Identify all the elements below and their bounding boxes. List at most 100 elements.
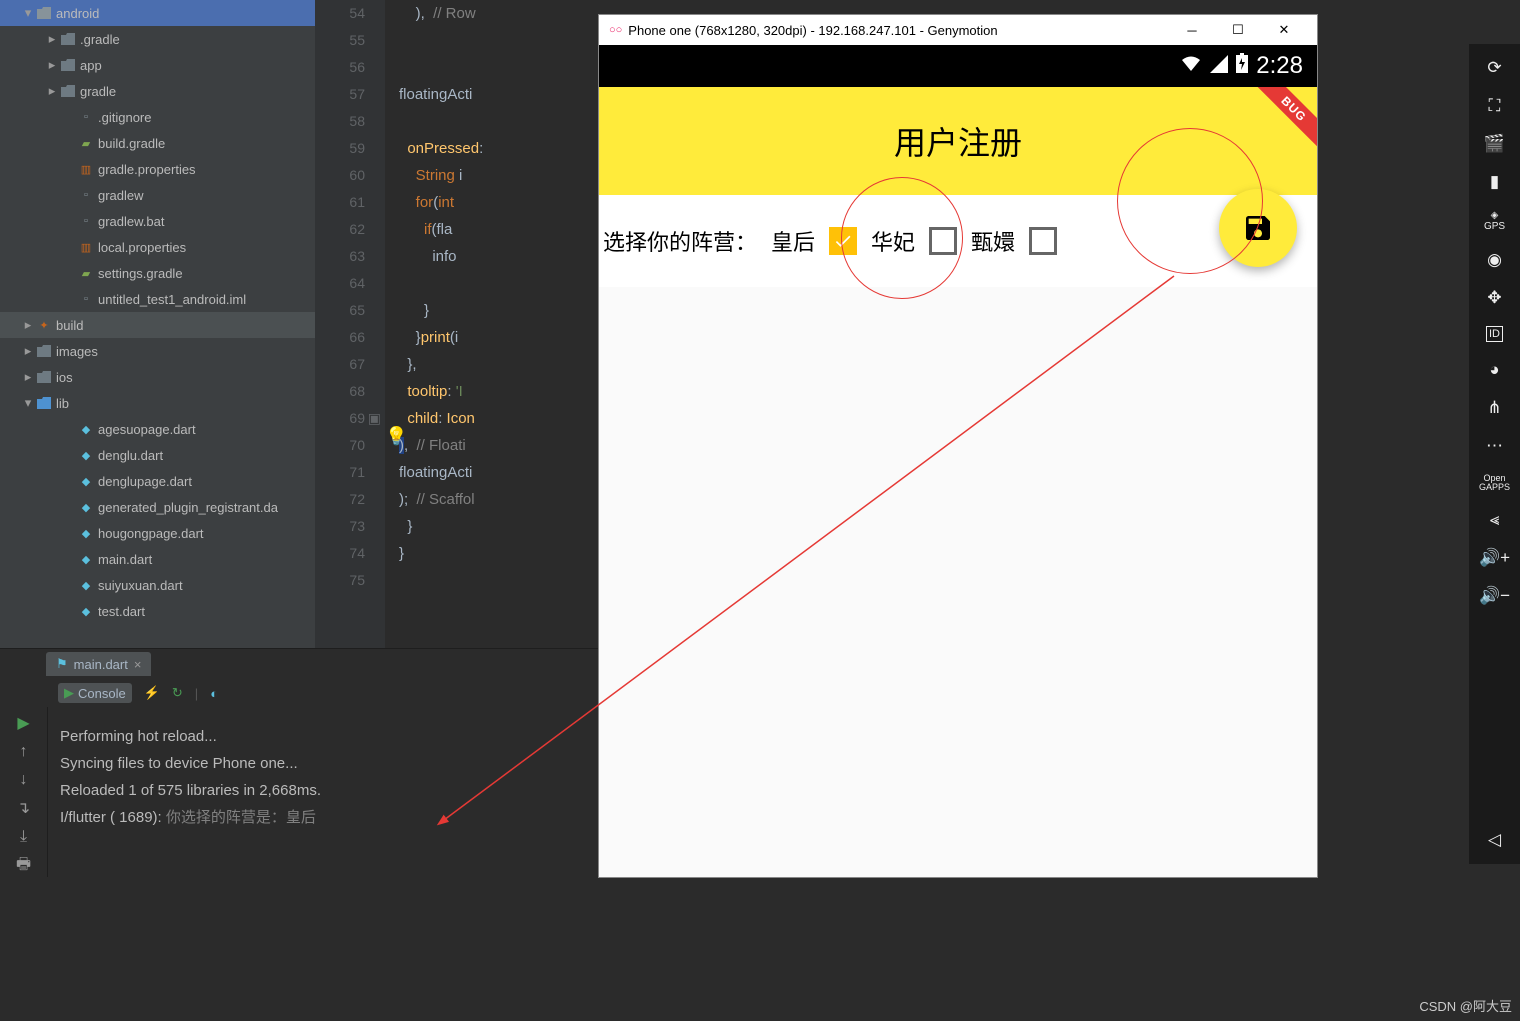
chevron-icon[interactable]	[62, 551, 78, 567]
line-number[interactable]: 72	[315, 486, 365, 513]
code-line[interactable]: },	[399, 351, 598, 378]
hot-restart-icon[interactable]: ↻	[172, 685, 183, 701]
volume-up-icon[interactable]: 🔊+	[1479, 548, 1510, 568]
chevron-icon[interactable]	[62, 473, 78, 489]
line-number[interactable]: 68	[315, 378, 365, 405]
run-tab-main[interactable]: ⚑ main.dart ×	[46, 652, 151, 676]
chevron-icon[interactable]	[62, 187, 78, 203]
line-number[interactable]: 61	[315, 189, 365, 216]
chevron-icon[interactable]	[62, 109, 78, 125]
bookmark-icon[interactable]: ▣	[368, 405, 381, 432]
scroll-to-end-icon[interactable]: ⤓	[13, 827, 35, 847]
fab-save[interactable]	[1219, 189, 1297, 267]
tree-item[interactable]: ▾lib	[0, 390, 315, 416]
line-number[interactable]: 60	[315, 162, 365, 189]
chevron-icon[interactable]: ▸	[44, 83, 60, 99]
line-number[interactable]: 65	[315, 297, 365, 324]
tree-item[interactable]: ▫gradlew	[0, 182, 315, 208]
code-line[interactable]: child: Icon	[399, 405, 598, 432]
gapps-icon[interactable]: Open GAPPS	[1469, 474, 1520, 492]
tree-item[interactable]: ▸.gradle	[0, 26, 315, 52]
line-number[interactable]: 69▣	[315, 405, 365, 432]
chevron-icon[interactable]: ▸	[44, 31, 60, 47]
line-number[interactable]: 67	[315, 351, 365, 378]
gps-icon[interactable]: ◈GPS	[1484, 210, 1505, 232]
back-nav-icon[interactable]: ◁	[1488, 830, 1501, 850]
soft-wrap-icon[interactable]: ↴	[13, 798, 35, 818]
chevron-icon[interactable]	[62, 291, 78, 307]
code-line[interactable]: for(int	[399, 189, 598, 216]
code-line[interactable]: String i	[399, 162, 598, 189]
console-line[interactable]: I/flutter ( 1689): 你选择的阵营是：皇后	[60, 804, 321, 831]
fullscreen-icon[interactable]: ⛶	[1489, 96, 1501, 116]
chevron-icon[interactable]: ▸	[44, 57, 60, 73]
line-number[interactable]: 58	[315, 108, 365, 135]
battery-sidebar-icon[interactable]: ▮	[1490, 172, 1499, 192]
tree-item[interactable]: ▫.gitignore	[0, 104, 315, 130]
chevron-icon[interactable]	[62, 239, 78, 255]
code-line[interactable]: ), // Floati	[399, 432, 598, 459]
close-button[interactable]: ✕	[1261, 15, 1307, 45]
chevron-icon[interactable]: ▾	[20, 395, 36, 411]
network-icon[interactable]: ⋔	[1487, 398, 1501, 418]
line-number[interactable]: 64	[315, 270, 365, 297]
move-icon[interactable]: ✥	[1487, 288, 1501, 308]
code-line[interactable]: tooltip: 'I	[399, 378, 598, 405]
code-line[interactable]: floatingActi	[399, 459, 598, 486]
code-line[interactable]: }	[399, 297, 598, 324]
line-number[interactable]: 74	[315, 540, 365, 567]
console-line[interactable]: Reloaded 1 of 575 libraries in 2,668ms.	[60, 777, 321, 804]
checkbox[interactable]	[929, 227, 957, 255]
tree-item[interactable]: ▸✦build	[0, 312, 315, 338]
console-output[interactable]: Performing hot reload...Syncing files to…	[60, 723, 321, 831]
chevron-icon[interactable]	[62, 265, 78, 281]
line-number[interactable]: 66	[315, 324, 365, 351]
console-line[interactable]: Syncing files to device Phone one...	[60, 750, 321, 777]
chevron-icon[interactable]: ▸	[20, 343, 36, 359]
tree-item[interactable]: ◆generated_plugin_registrant.da	[0, 494, 315, 520]
code-line[interactable]	[399, 567, 598, 594]
code-line[interactable]: ), // Row	[399, 0, 598, 27]
chevron-icon[interactable]	[62, 213, 78, 229]
record-icon[interactable]: 🎬	[1484, 134, 1505, 154]
emulator-titlebar[interactable]: ○○ Phone one (768x1280, 320dpi) - 192.16…	[599, 15, 1317, 45]
line-number[interactable]: 70	[315, 432, 365, 459]
console-line[interactable]: Performing hot reload...	[60, 723, 321, 750]
tree-item[interactable]: ◆agesuopage.dart	[0, 416, 315, 442]
code-editor[interactable]: 54555657585960616263646566676869▣7071727…	[315, 0, 598, 648]
tree-item[interactable]: ▸gradle	[0, 78, 315, 104]
code-line[interactable]: onPressed:	[399, 135, 598, 162]
chevron-icon[interactable]	[62, 525, 78, 541]
tree-item[interactable]: ◆hougongpage.dart	[0, 520, 315, 546]
chevron-icon[interactable]: ▸	[20, 369, 36, 385]
line-number[interactable]: 75	[315, 567, 365, 594]
tree-item[interactable]: ◆suiyuxuan.dart	[0, 572, 315, 598]
chevron-icon[interactable]	[62, 577, 78, 593]
chevron-icon[interactable]	[62, 447, 78, 463]
volume-down-icon[interactable]: 🔊−	[1479, 586, 1510, 606]
code-line[interactable]: }print(i	[399, 324, 598, 351]
tree-item[interactable]: ▰settings.gradle	[0, 260, 315, 286]
close-tab-icon[interactable]: ×	[134, 657, 142, 672]
devtools-icon[interactable]: ◐	[210, 686, 218, 701]
line-number[interactable]: 54	[315, 0, 365, 27]
line-number[interactable]: 73	[315, 513, 365, 540]
line-number[interactable]: 62	[315, 216, 365, 243]
chevron-icon[interactable]	[62, 421, 78, 437]
chevron-icon[interactable]: ▾	[20, 5, 36, 21]
tree-item[interactable]: ▸images	[0, 338, 315, 364]
tree-item[interactable]: ▥gradle.properties	[0, 156, 315, 182]
id-icon[interactable]: ID	[1486, 326, 1503, 342]
code-line[interactable]	[399, 270, 598, 297]
code-line[interactable]: if(fla	[399, 216, 598, 243]
share-icon[interactable]: ⪡	[1490, 510, 1500, 530]
rotate-icon[interactable]: ⟳	[1487, 58, 1501, 78]
minimize-button[interactable]: ─	[1169, 15, 1215, 45]
tree-item[interactable]: ▥local.properties	[0, 234, 315, 260]
tree-item[interactable]: ▰build.gradle	[0, 130, 315, 156]
console-toggle[interactable]: ▶ Console	[58, 683, 132, 703]
project-tree[interactable]: ▾android▸.gradle▸app▸gradle▫.gitignore▰b…	[0, 0, 315, 648]
code-line[interactable]	[399, 108, 598, 135]
hot-reload-icon[interactable]: ⚡	[144, 685, 160, 701]
tree-item[interactable]: ▫untitled_test1_android.iml	[0, 286, 315, 312]
